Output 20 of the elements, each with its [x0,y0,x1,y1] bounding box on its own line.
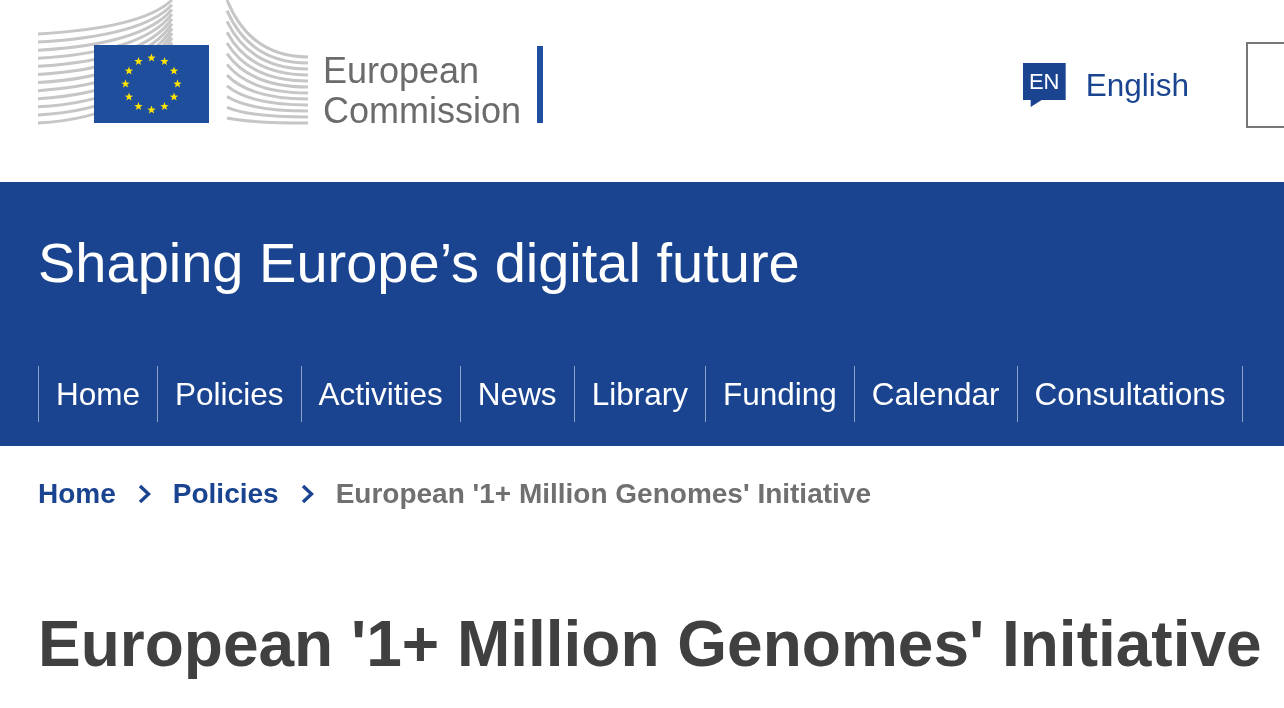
logo-text: European [323,51,481,91]
nav-link[interactable]: News [459,366,574,423]
nav-link[interactable]: Activities [300,366,460,423]
nav-link[interactable]: Library [573,366,705,423]
nav-link[interactable]: Funding [704,366,854,423]
breadcrumb-link[interactable]: Policies [172,477,279,511]
language-link[interactable]: English [1085,63,1189,107]
chevron-right-icon [137,483,151,504]
nav-link[interactable]: Policies [157,366,301,423]
header-button[interactable] [1246,42,1284,128]
chevron-right-icon [300,483,314,504]
site-title: Shaping Europe’s digital future [38,230,800,296]
page-title: European '1+ Million Genomes' Initiative [38,606,1262,682]
nav-link[interactable]: Home [38,366,158,423]
breadcrumb-current-page: European '1+ Million Genomes' Initiative [335,477,871,511]
nav-link[interactable]: Calendar [853,366,1017,423]
logo-text: Commission [323,91,522,131]
nav-link[interactable]: Consultations [1016,366,1244,423]
breadcrumb-link[interactable]: Home [38,477,116,511]
language-code-badge: EN [1022,63,1066,107]
